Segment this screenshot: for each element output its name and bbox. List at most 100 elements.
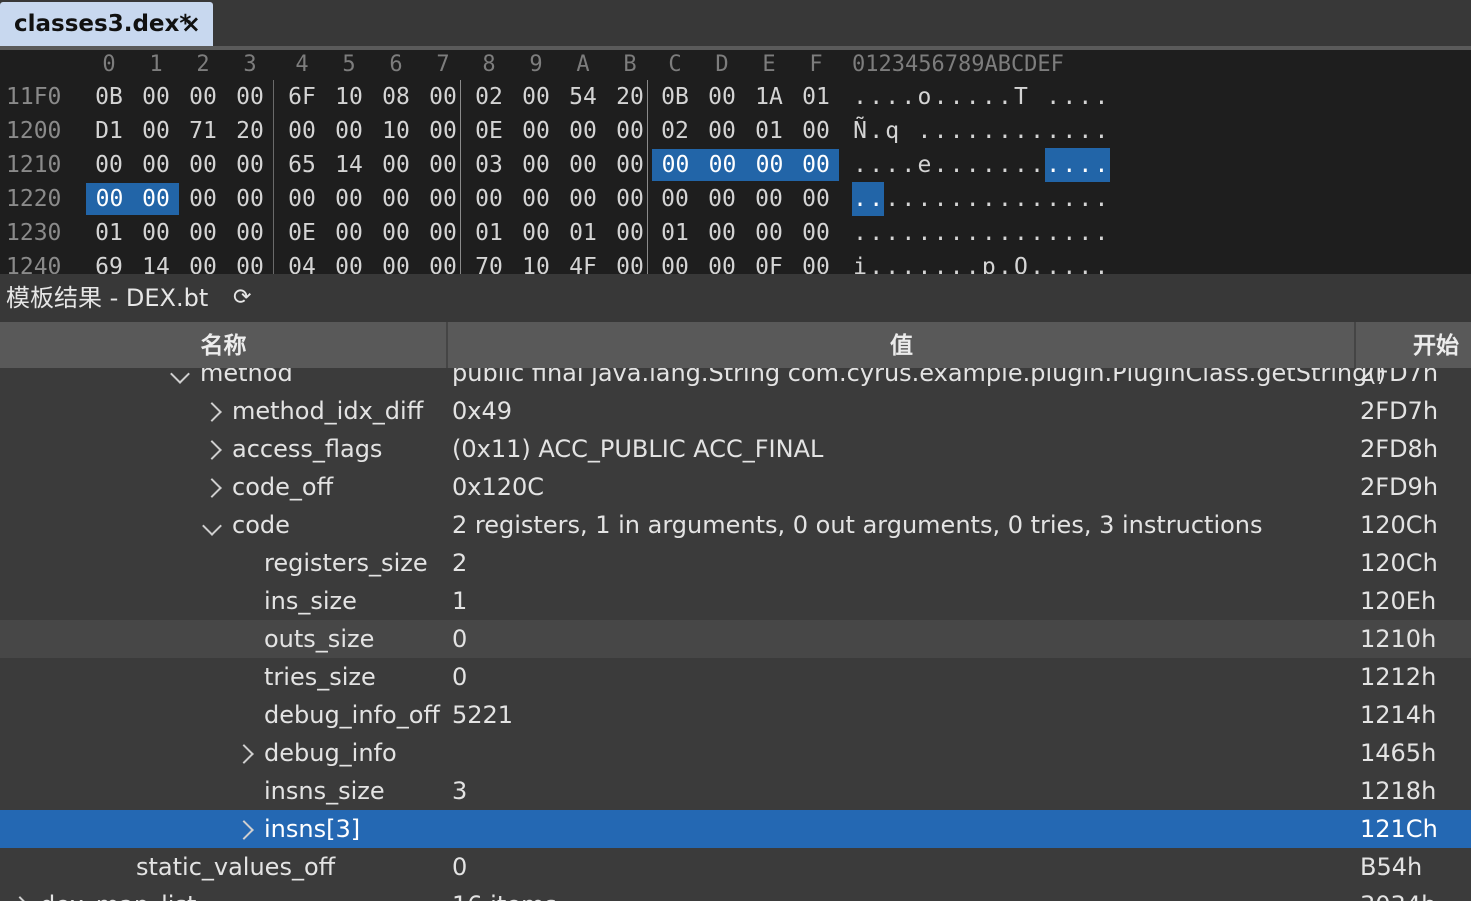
hex-byte[interactable]: 65: [279, 149, 325, 181]
ascii-char[interactable]: .: [949, 114, 965, 148]
hex-byte[interactable]: 00: [420, 81, 466, 113]
tree-row[interactable]: debug_info_off 5221 1214h: [0, 696, 1471, 734]
tree-row[interactable]: static_values_off 0 B54h: [0, 848, 1471, 886]
ascii-char[interactable]: .: [900, 182, 916, 216]
ascii-char[interactable]: .: [884, 250, 900, 274]
ascii-char[interactable]: .: [1077, 250, 1093, 274]
ascii-char[interactable]: .: [1093, 182, 1109, 216]
ascii-char[interactable]: .: [932, 182, 948, 216]
ascii-char[interactable]: .: [1013, 148, 1029, 182]
ascii-char[interactable]: .: [852, 148, 868, 182]
ascii-char[interactable]: e: [916, 148, 932, 182]
ascii-char[interactable]: .: [1077, 114, 1093, 148]
ascii-char[interactable]: .: [1045, 250, 1061, 274]
ascii-char[interactable]: .: [1045, 80, 1061, 114]
chevron-right-icon[interactable]: [232, 810, 256, 848]
ascii-char[interactable]: O: [1013, 250, 1029, 274]
ascii-text[interactable]: i.......p.O.....: [852, 250, 1110, 274]
hex-byte[interactable]: 00: [86, 183, 133, 215]
hex-byte[interactable]: 00: [560, 183, 606, 215]
hex-byte[interactable]: 00: [279, 115, 325, 147]
close-icon[interactable]: ×: [181, 2, 201, 47]
hex-byte[interactable]: 00: [793, 149, 839, 181]
ascii-char[interactable]: .: [965, 148, 981, 182]
template-tree[interactable]: method public final java.lang.String com.…: [0, 368, 1471, 901]
hex-byte[interactable]: 01: [86, 217, 132, 249]
chevron-down-icon[interactable]: [200, 506, 224, 544]
hex-byte[interactable]: 00: [420, 251, 466, 274]
tree-row[interactable]: dex_map_list 16 items 3034h: [0, 886, 1471, 901]
tree-row[interactable]: outs_size 0 1210h: [0, 620, 1471, 658]
ascii-char[interactable]: .: [884, 216, 900, 250]
hex-byte[interactable]: 04: [279, 251, 325, 274]
ascii-char[interactable]: .: [981, 148, 997, 182]
hex-byte[interactable]: 00: [699, 183, 745, 215]
column-header-start[interactable]: 开始: [1356, 322, 1471, 368]
hex-byte[interactable]: 00: [699, 81, 745, 113]
tree-row[interactable]: code_off 0x120C 2FD9h: [0, 468, 1471, 506]
ascii-char[interactable]: .: [884, 148, 900, 182]
ascii-char[interactable]: .: [1093, 148, 1110, 182]
chevron-right-icon[interactable]: [232, 734, 256, 772]
hex-byte[interactable]: 00: [86, 149, 132, 181]
hex-byte[interactable]: 00: [793, 251, 839, 274]
hex-byte[interactable]: 00: [133, 149, 179, 181]
hex-byte[interactable]: 10: [373, 115, 419, 147]
hex-byte[interactable]: 01: [793, 81, 839, 113]
ascii-char[interactable]: .: [868, 148, 884, 182]
hex-byte[interactable]: 0B: [652, 81, 698, 113]
ascii-char[interactable]: .: [1013, 216, 1029, 250]
hex-byte[interactable]: 00: [326, 251, 372, 274]
hex-byte[interactable]: 00: [652, 251, 698, 274]
hex-byte[interactable]: 00: [133, 217, 179, 249]
column-header-value[interactable]: 值: [448, 322, 1355, 368]
hex-byte[interactable]: 00: [466, 183, 512, 215]
hex-byte[interactable]: 00: [326, 115, 372, 147]
ascii-char[interactable]: .: [949, 80, 965, 114]
ascii-char[interactable]: .: [1077, 148, 1094, 182]
ascii-text[interactable]: ....o.....T ....: [852, 80, 1110, 114]
ascii-char[interactable]: .: [997, 182, 1013, 216]
tree-row[interactable]: access_flags (0x11) ACC_PUBLIC ACC_FINAL 2…: [0, 430, 1471, 468]
ascii-char[interactable]: .: [932, 80, 948, 114]
hex-byte[interactable]: 08: [373, 81, 419, 113]
ascii-char[interactable]: .: [852, 216, 868, 250]
hex-byte[interactable]: 00: [373, 149, 419, 181]
ascii-char[interactable]: .: [949, 148, 965, 182]
ascii-char[interactable]: .: [1061, 114, 1077, 148]
ascii-text[interactable]: ................: [852, 216, 1110, 250]
hex-byte[interactable]: 00: [513, 149, 559, 181]
hex-byte[interactable]: 0F: [746, 251, 792, 274]
ascii-char[interactable]: .: [884, 182, 900, 216]
hex-byte[interactable]: 02: [652, 115, 698, 147]
ascii-char[interactable]: .: [997, 80, 1013, 114]
ascii-char[interactable]: .: [1045, 182, 1061, 216]
ascii-char[interactable]: .: [1029, 216, 1045, 250]
hex-byte[interactable]: 00: [180, 149, 226, 181]
ascii-char[interactable]: .: [981, 80, 997, 114]
ascii-char[interactable]: .: [981, 114, 997, 148]
hex-byte[interactable]: 00: [607, 115, 653, 147]
hex-byte[interactable]: 00: [133, 81, 179, 113]
ascii-char[interactable]: .: [1061, 182, 1077, 216]
hex-byte[interactable]: D1: [86, 115, 132, 147]
ascii-char[interactable]: .: [916, 182, 932, 216]
hex-byte[interactable]: 71: [180, 115, 226, 147]
hex-byte[interactable]: 03: [466, 149, 512, 181]
hex-byte[interactable]: 00: [326, 183, 372, 215]
ascii-char[interactable]: .: [1029, 250, 1045, 274]
ascii-char[interactable]: .: [949, 216, 965, 250]
ascii-char[interactable]: .: [916, 216, 932, 250]
hex-byte[interactable]: 00: [513, 217, 559, 249]
ascii-text[interactable]: ................: [852, 182, 1110, 216]
tree-row[interactable]: ins_size 1 120Eh: [0, 582, 1471, 620]
hex-byte[interactable]: 70: [466, 251, 512, 274]
ascii-char[interactable]: .: [932, 250, 948, 274]
ascii-char[interactable]: .: [1093, 114, 1109, 148]
hex-byte[interactable]: 00: [607, 217, 653, 249]
ascii-char[interactable]: .: [1045, 148, 1062, 182]
ascii-char[interactable]: .: [1045, 216, 1061, 250]
hex-byte[interactable]: 00: [133, 183, 179, 215]
hex-byte[interactable]: 00: [227, 81, 273, 113]
ascii-char[interactable]: .: [1093, 250, 1109, 274]
